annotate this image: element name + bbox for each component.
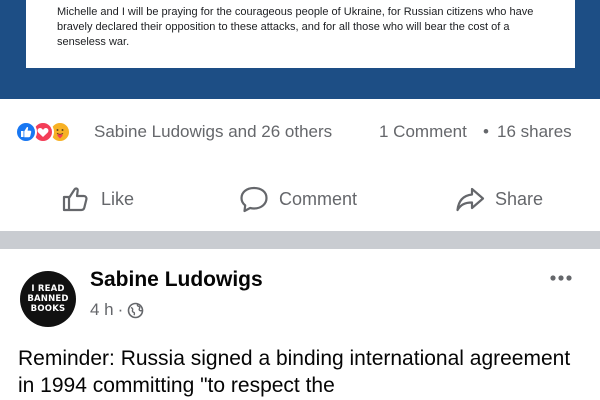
- statement-card: Michelle and I will be praying for the c…: [26, 0, 575, 68]
- comment-label: Comment: [279, 188, 358, 209]
- shares-count-link[interactable]: 16 shares: [497, 122, 572, 142]
- separator-dot: •: [483, 122, 489, 141]
- thumbs-up-icon: [60, 182, 94, 216]
- share-arrow-icon: [454, 182, 488, 216]
- reactors-link[interactable]: Sabine Ludowigs and 26 others: [94, 122, 332, 142]
- like-icon: [15, 121, 37, 143]
- author-name[interactable]: Sabine Ludowigs: [90, 268, 263, 292]
- avatar-text-line: BOOKS: [30, 304, 66, 314]
- more-dots-icon[interactable]: [548, 271, 574, 283]
- post-text: Reminder: Russia signed a binding intern…: [18, 347, 571, 397]
- avatar[interactable]: I READ BANNED BOOKS: [20, 271, 76, 327]
- comment-button[interactable]: Comment: [238, 172, 357, 226]
- statement-text: Michelle and I will be praying for the c…: [57, 6, 534, 48]
- meta-separator: ·: [117, 300, 124, 319]
- reactions-summary: Sabine Ludowigs and 26 others 1 Comment …: [0, 108, 600, 156]
- like-button[interactable]: Like: [60, 172, 134, 226]
- reaction-icons[interactable]: [15, 121, 95, 143]
- post-divider: [0, 231, 600, 249]
- shared-post-image[interactable]: Michelle and I will be praying for the c…: [0, 0, 600, 99]
- comment-bubble-icon: [238, 182, 272, 216]
- avatar-text-line: BANNED: [27, 294, 69, 304]
- comments-count-link[interactable]: 1 Comment: [379, 122, 467, 142]
- avatar-text-line: I READ: [31, 284, 65, 294]
- share-label: Share: [495, 188, 544, 209]
- globe-icon: [127, 302, 144, 319]
- post-time[interactable]: 4 h: [90, 300, 114, 320]
- post-meta: 4 h ·: [90, 300, 144, 320]
- post-action-bar: Like Comment Share: [0, 172, 600, 226]
- share-button[interactable]: Share: [454, 172, 543, 226]
- like-label: Like: [101, 188, 135, 209]
- post-header: I READ BANNED BOOKS Sabine Ludowigs 4 h …: [0, 249, 600, 329]
